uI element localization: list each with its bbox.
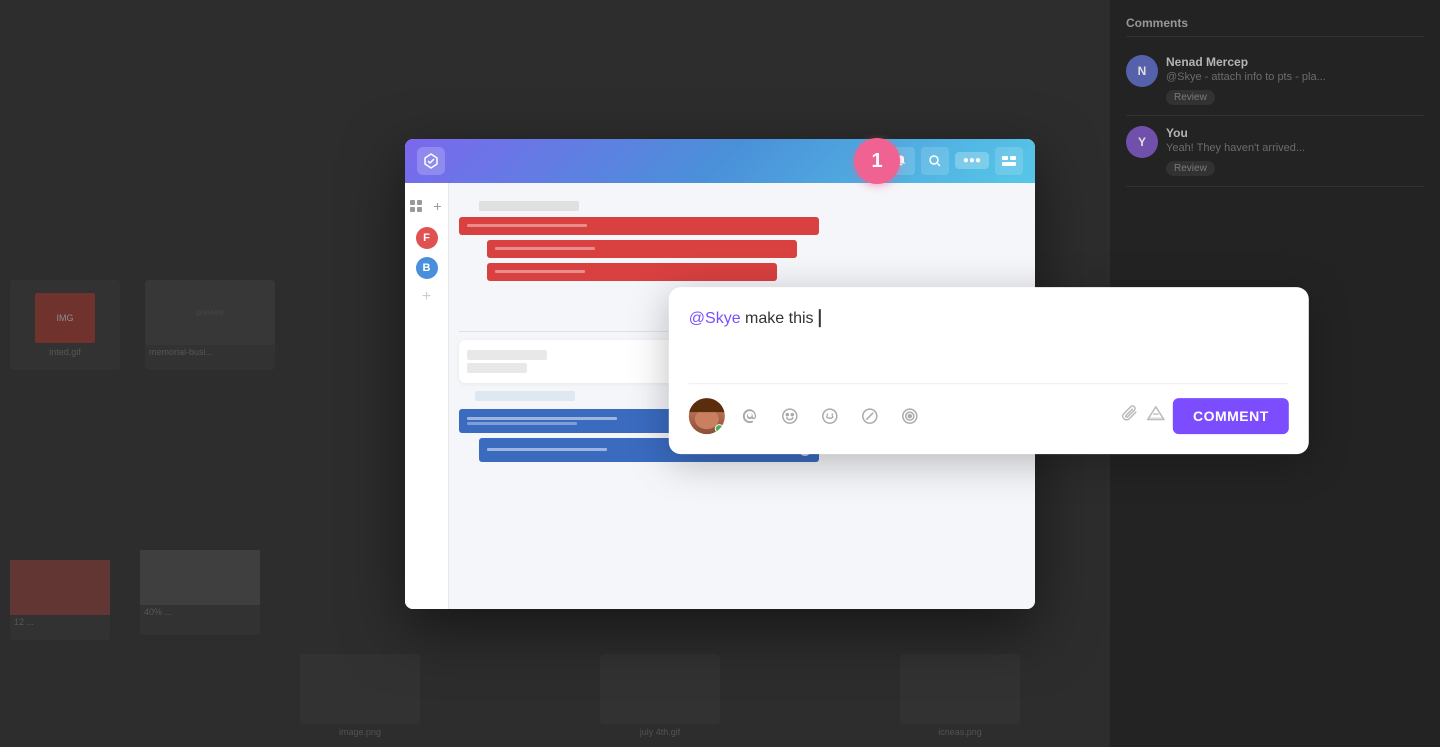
badge-number: 1 [871, 150, 882, 173]
comment-review-tag: Review [1166, 87, 1424, 105]
sidebar-add-btn[interactable]: + [417, 287, 437, 307]
bg-label-4: july 4th.gif [640, 727, 681, 737]
comment-text: @Skye - attach info to pts - pla... [1166, 71, 1424, 83]
bg-label-3: image.png [339, 727, 381, 737]
target-icon[interactable] [893, 399, 927, 433]
sidebar-dot-red[interactable]: F [416, 227, 438, 249]
comment-content-2: You Yeah! They haven't arrived... Review [1166, 126, 1424, 176]
header-icons: ●●● [887, 147, 1023, 175]
comment-avatar-2: Y [1126, 126, 1158, 158]
gantt-bar-red-1 [459, 217, 819, 235]
gantt-red-section [459, 201, 1025, 281]
layout-icon[interactable] [995, 147, 1023, 175]
right-panel-header: Comments [1126, 16, 1424, 37]
comment-item: Y You Yeah! They haven't arrived... Revi… [1126, 116, 1424, 187]
gantt-bar-red-3 [487, 263, 777, 281]
online-indicator [715, 424, 724, 433]
app-logo [417, 147, 445, 175]
comment-input-area: @Skye make this [689, 307, 1289, 367]
bg-label-1: inted.gif [49, 347, 81, 357]
add-icon[interactable]: + [429, 197, 447, 215]
comment-author: Nenad Mercep [1166, 55, 1424, 69]
comment-author-2: You [1166, 126, 1424, 140]
comment-mention: @Skye [689, 310, 741, 327]
sidebar-toolbar: + [405, 193, 451, 219]
app-sidebar: + F B + [405, 183, 449, 609]
header-dots[interactable]: ●●● [955, 152, 989, 169]
sidebar-dot-blue[interactable]: B [416, 257, 438, 279]
text-cursor [819, 309, 821, 327]
drive-icon[interactable] [1147, 404, 1165, 427]
comment-popup: @Skye make this [669, 287, 1309, 454]
comment-toolbar: COMMENT [689, 383, 1289, 434]
notification-badge: 1 [854, 138, 900, 184]
comment-content: Nenad Mercep @Skye - attach info to pts … [1166, 55, 1424, 105]
commenter-avatar [689, 398, 725, 434]
paperclip-icon[interactable] [1121, 404, 1139, 427]
reaction-icon[interactable] [773, 399, 807, 433]
comment-button[interactable]: COMMENT [1173, 398, 1289, 434]
app-header: ●●● [405, 139, 1035, 183]
comment-avatar: N [1126, 55, 1158, 87]
bg-label-5: icneas.png [938, 727, 982, 737]
comment-input-text: make this [741, 310, 818, 327]
toolbar-right: COMMENT [1121, 398, 1289, 434]
gantt-bar-red-2 [487, 240, 797, 258]
grid-icon[interactable] [407, 197, 425, 215]
comment-text-2: Yeah! They haven't arrived... [1166, 142, 1424, 154]
search-icon[interactable] [921, 147, 949, 175]
emoji-icon[interactable] [813, 399, 847, 433]
comment-review-tag-2: Review [1166, 158, 1424, 176]
at-mention-icon[interactable] [733, 399, 767, 433]
toolbar-icons-group [733, 399, 1113, 433]
bg-label-2: memorial-busi... [145, 345, 275, 359]
comment-item: N Nenad Mercep @Skye - attach info to pt… [1126, 45, 1424, 116]
slash-command-icon[interactable] [853, 399, 887, 433]
